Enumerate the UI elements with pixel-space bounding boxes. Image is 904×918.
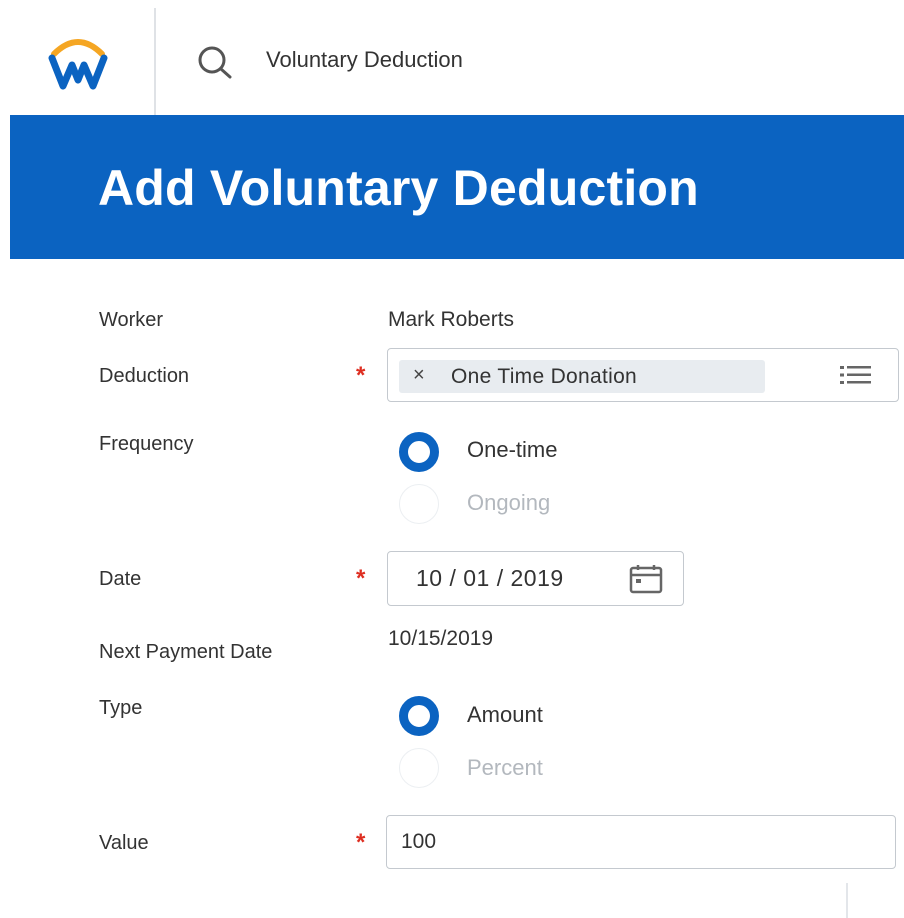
header-divider bbox=[154, 8, 156, 116]
radio-percent[interactable] bbox=[399, 748, 439, 788]
remove-icon[interactable]: × bbox=[413, 364, 425, 387]
page-title: Add Voluntary Deduction bbox=[98, 160, 699, 216]
calendar-icon[interactable] bbox=[628, 564, 664, 594]
value-input[interactable]: 100 bbox=[401, 830, 436, 854]
next-payment-date-value: 10/15/2019 bbox=[388, 627, 494, 650]
radio-ongoing-label[interactable]: Ongoing bbox=[467, 490, 550, 516]
deduction-selected-pill: × One Time Donation bbox=[399, 360, 765, 393]
deduction-label: Deduction bbox=[99, 365, 190, 387]
radio-one-time[interactable] bbox=[399, 432, 439, 472]
value-label: Value bbox=[99, 832, 149, 854]
value-required-marker: * bbox=[356, 829, 366, 856]
deduction-required-marker: * bbox=[356, 362, 366, 389]
search-input[interactable]: Voluntary Deduction bbox=[266, 47, 463, 73]
worker-value: Mark Roberts bbox=[388, 308, 515, 331]
deduction-selected-value: One Time Donation bbox=[451, 365, 638, 388]
radio-amount-label[interactable]: Amount bbox=[467, 702, 543, 728]
worker-label: Worker bbox=[99, 309, 164, 331]
date-input[interactable]: 10 / 01 / 2019 bbox=[416, 565, 564, 592]
deduction-field[interactable]: × One Time Donation bbox=[387, 348, 899, 402]
top-bar: Voluntary Deduction bbox=[0, 0, 904, 116]
date-required-marker: * bbox=[356, 565, 366, 592]
date-label: Date bbox=[99, 568, 142, 590]
list-icon[interactable] bbox=[838, 363, 874, 387]
search-icon[interactable] bbox=[194, 44, 238, 80]
radio-percent-label[interactable]: Percent bbox=[467, 755, 543, 781]
type-label: Type bbox=[99, 697, 143, 719]
date-field[interactable]: 10 / 01 / 2019 bbox=[387, 551, 684, 606]
divider bbox=[846, 883, 848, 918]
radio-ongoing[interactable] bbox=[399, 484, 439, 524]
value-field[interactable]: 100 bbox=[386, 815, 896, 869]
radio-one-time-label[interactable]: One-time bbox=[467, 437, 557, 463]
frequency-label: Frequency bbox=[99, 433, 194, 455]
next-payment-date-label: Next Payment Date bbox=[99, 641, 273, 663]
workday-logo[interactable] bbox=[46, 34, 110, 90]
page-header: Add Voluntary Deduction bbox=[10, 115, 904, 259]
radio-amount[interactable] bbox=[399, 696, 439, 736]
